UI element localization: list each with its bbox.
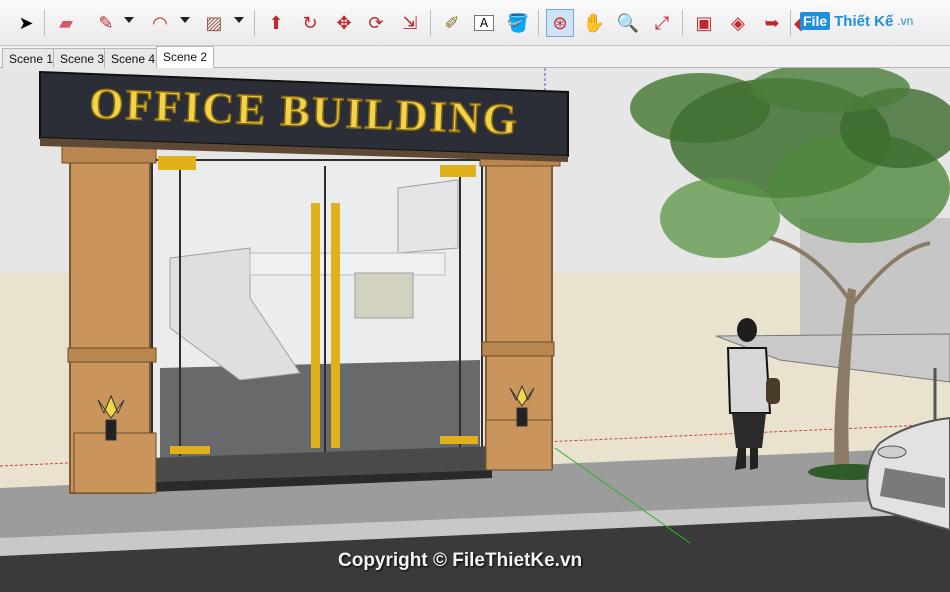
follow-me-glyph: ↻ <box>302 12 318 34</box>
toolbar-separator <box>44 10 45 36</box>
tab-scene-4[interactable]: Scene 4 <box>104 48 163 68</box>
follow-me-icon[interactable]: ↻ <box>296 9 324 37</box>
pillar-right-base <box>485 419 553 471</box>
eraser-icon[interactable]: ▰ <box>52 9 80 37</box>
pillar-right-mid <box>481 341 555 357</box>
zoom-glyph: 🔍 <box>616 12 640 34</box>
gold-hinge <box>440 165 476 177</box>
paint-bucket-icon[interactable]: 🪣 <box>504 9 532 37</box>
gold-hinge <box>158 156 196 170</box>
brand-logo: File Thiết Kế .vn <box>800 12 913 30</box>
rectangle-glyph: ▨ <box>205 12 223 34</box>
gold-threshold <box>170 446 210 454</box>
door-handle-right <box>331 203 340 448</box>
model-canvas[interactable]: OFFICE BUILDING <box>0 68 950 592</box>
chevron-down-icon[interactable] <box>180 17 190 23</box>
scale-glyph: ⇲ <box>402 12 418 34</box>
warehouse-glyph: ▣ <box>695 12 713 34</box>
pan-hand-icon[interactable]: ✋ <box>580 9 608 37</box>
chevron-down-icon[interactable] <box>124 17 134 23</box>
tape-glyph: ✐ <box>444 12 460 34</box>
model-viewport[interactable]: OFFICE BUILDING <box>0 68 950 592</box>
export-glyph: ➥ <box>764 12 780 34</box>
zoom-extents-glyph: ⤢ <box>654 12 670 34</box>
push-pull-icon[interactable]: ⬆ <box>262 9 290 37</box>
export-icon[interactable]: ➥ <box>758 9 786 37</box>
gold-threshold <box>440 436 478 444</box>
arc-icon[interactable]: ◠ <box>146 9 174 37</box>
rotate-icon[interactable]: ⟳ <box>362 9 390 37</box>
logo-tld: .vn <box>897 14 914 28</box>
eraser-glyph: ▰ <box>59 12 73 34</box>
toolbar-separator <box>538 10 539 36</box>
move-glyph: ✥ <box>336 12 352 34</box>
text-glyph: A <box>479 16 489 30</box>
tape-measure-icon[interactable]: ✐ <box>438 9 466 37</box>
rectangle-shape-icon[interactable]: ▨ <box>200 9 228 37</box>
text-label-icon[interactable]: A <box>474 15 494 31</box>
pan-glyph: ✋ <box>582 12 606 34</box>
tab-scene-1[interactable]: Scene 1 <box>2 48 61 68</box>
orbit-glyph: ⊛ <box>552 12 568 34</box>
scale-icon[interactable]: ⇲ <box>396 9 424 37</box>
toolbar-separator <box>682 10 683 36</box>
pencil-glyph: ✎ <box>98 12 114 34</box>
pillar-left-mid <box>67 347 157 363</box>
chevron-down-icon[interactable] <box>234 17 244 23</box>
door-handle-left <box>311 203 320 448</box>
pencil-line-icon[interactable]: ✎ <box>92 9 120 37</box>
toolbar-separator <box>790 10 791 36</box>
select-arrow-icon[interactable]: ➤ <box>12 9 40 37</box>
warehouse-icon[interactable]: ▣ <box>690 9 718 37</box>
select-arrow-glyph: ➤ <box>18 12 34 34</box>
zoom-icon[interactable]: 🔍 <box>614 9 642 37</box>
pillar-left-base <box>73 432 157 494</box>
scene-tabs: Scene 1 Scene 3 Scene 4 Scene 2 <box>0 46 950 69</box>
toolbar-separator <box>254 10 255 36</box>
toolbar-separator <box>430 10 431 36</box>
main-toolbar: ➤ ▰ ✎ ◠ ▨ ⬆ ↻ ✥ ⟳ ⇲ ✐ A 🪣 ⊛ ✋ 🔍 ⤢ ▣ ◈ ➥ … <box>0 0 950 46</box>
push-pull-glyph: ⬆ <box>268 12 284 34</box>
logo-text: Thiết Kế <box>834 12 894 30</box>
zoom-extents-icon[interactable]: ⤢ <box>648 9 676 37</box>
copyright-watermark: Copyright © FileThietKe.vn <box>338 550 583 571</box>
paint-glyph: 🪣 <box>506 12 530 34</box>
share-model-icon[interactable]: ◈ <box>724 9 752 37</box>
logo-box: File <box>800 12 831 30</box>
tab-scene-2[interactable]: Scene 2 <box>156 46 215 69</box>
arc-glyph: ◠ <box>152 12 168 34</box>
rotate-glyph: ⟳ <box>368 12 384 34</box>
share-glyph: ◈ <box>731 12 745 34</box>
move-icon[interactable]: ✥ <box>330 9 358 37</box>
orbit-icon[interactable]: ⊛ <box>546 9 574 37</box>
tab-scene-3[interactable]: Scene 3 <box>53 48 112 68</box>
